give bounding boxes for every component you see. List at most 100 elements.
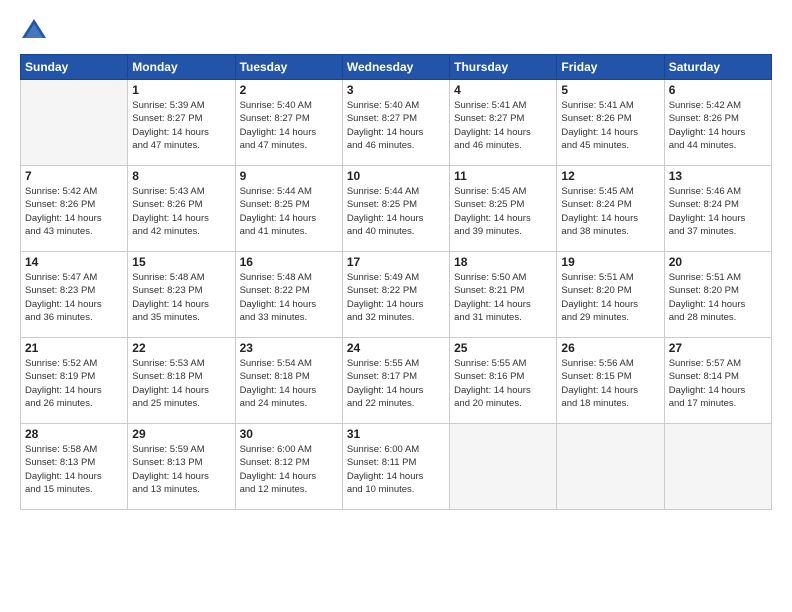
day-cell: 5Sunrise: 5:41 AM Sunset: 8:26 PM Daylig… — [557, 80, 664, 166]
day-number: 11 — [454, 169, 552, 183]
day-number: 16 — [240, 255, 338, 269]
day-cell: 20 Sunrise: 5:51 AM Sunset: 8:20 PM Dayli… — [664, 252, 771, 338]
day-cell — [664, 424, 771, 510]
week-row-4: 21 Sunrise: 5:52 AM Sunset: 8:19 PM Dayli… — [21, 338, 772, 424]
day-info: Sunrise: 5:45 AM Sunset: 8:24 PM Dayligh… — [561, 185, 659, 238]
day-info: Sunrise: 5:54 AM Sunset: 8:18 PM Dayligh… — [240, 357, 338, 410]
day-cell: 29 Sunrise: 5:59 AM Sunset: 8:13 PM Dayli… — [128, 424, 235, 510]
day-cell — [557, 424, 664, 510]
week-row-5: 28 Sunrise: 5:58 AM Sunset: 8:13 PM Dayli… — [21, 424, 772, 510]
day-info: Sunrise: 5:41 AM Sunset: 8:27 PM Dayligh… — [454, 99, 552, 152]
day-cell: 24 Sunrise: 5:55 AM Sunset: 8:17 PM Dayli… — [342, 338, 449, 424]
day-cell: 18Sunrise: 5:50 AM Sunset: 8:21 PM Dayli… — [450, 252, 557, 338]
day-cell: 10 Sunrise: 5:44 AM Sunset: 8:25 PM Dayli… — [342, 166, 449, 252]
day-info: Sunrise: 5:49 AM Sunset: 8:22 PM Dayligh… — [347, 271, 445, 324]
day-cell: 23 Sunrise: 5:54 AM Sunset: 8:18 PM Dayli… — [235, 338, 342, 424]
day-info: Sunrise: 5:40 AM Sunset: 8:27 PM Dayligh… — [240, 99, 338, 152]
day-info: Sunrise: 5:57 AM Sunset: 8:14 PM Dayligh… — [669, 357, 767, 410]
day-cell: 31 Sunrise: 6:00 AM Sunset: 8:11 PM Dayli… — [342, 424, 449, 510]
day-number: 22 — [132, 341, 230, 355]
day-info: Sunrise: 5:55 AM Sunset: 8:16 PM Dayligh… — [454, 357, 552, 410]
day-cell: 22 Sunrise: 5:53 AM Sunset: 8:18 PM Dayli… — [128, 338, 235, 424]
day-cell: 2Sunrise: 5:40 AM Sunset: 8:27 PM Daylig… — [235, 80, 342, 166]
day-info: Sunrise: 5:43 AM Sunset: 8:26 PM Dayligh… — [132, 185, 230, 238]
day-number: 8 — [132, 169, 230, 183]
day-number: 17 — [347, 255, 445, 269]
day-cell: 26Sunrise: 5:56 AM Sunset: 8:15 PM Dayli… — [557, 338, 664, 424]
day-number: 10 — [347, 169, 445, 183]
day-number: 1 — [132, 83, 230, 97]
day-cell: 25 Sunrise: 5:55 AM Sunset: 8:16 PM Dayli… — [450, 338, 557, 424]
day-cell: 14 Sunrise: 5:47 AM Sunset: 8:23 PM Dayli… — [21, 252, 128, 338]
day-header-monday: Monday — [128, 55, 235, 80]
day-info: Sunrise: 5:45 AM Sunset: 8:25 PM Dayligh… — [454, 185, 552, 238]
day-number: 24 — [347, 341, 445, 355]
day-cell: 12 Sunrise: 5:45 AM Sunset: 8:24 PM Dayli… — [557, 166, 664, 252]
header — [20, 16, 772, 44]
day-cell: 9Sunrise: 5:44 AM Sunset: 8:25 PM Daylig… — [235, 166, 342, 252]
day-info: Sunrise: 5:51 AM Sunset: 8:20 PM Dayligh… — [669, 271, 767, 324]
day-number: 25 — [454, 341, 552, 355]
day-number: 4 — [454, 83, 552, 97]
day-info: Sunrise: 5:40 AM Sunset: 8:27 PM Dayligh… — [347, 99, 445, 152]
day-info: Sunrise: 5:58 AM Sunset: 8:13 PM Dayligh… — [25, 443, 123, 496]
day-info: Sunrise: 5:46 AM Sunset: 8:24 PM Dayligh… — [669, 185, 767, 238]
day-cell: 17 Sunrise: 5:49 AM Sunset: 8:22 PM Dayli… — [342, 252, 449, 338]
day-header-saturday: Saturday — [664, 55, 771, 80]
day-header-sunday: Sunday — [21, 55, 128, 80]
day-info: Sunrise: 5:47 AM Sunset: 8:23 PM Dayligh… — [25, 271, 123, 324]
day-number: 20 — [669, 255, 767, 269]
day-cell: 13 Sunrise: 5:46 AM Sunset: 8:24 PM Dayli… — [664, 166, 771, 252]
week-row-1: 1 Sunrise: 5:39 AM Sunset: 8:27 PM Daylig… — [21, 80, 772, 166]
day-cell: 4 Sunrise: 5:41 AM Sunset: 8:27 PM Daylig… — [450, 80, 557, 166]
day-cell: 6Sunrise: 5:42 AM Sunset: 8:26 PM Daylig… — [664, 80, 771, 166]
day-number: 14 — [25, 255, 123, 269]
day-header-wednesday: Wednesday — [342, 55, 449, 80]
day-number: 27 — [669, 341, 767, 355]
day-cell: 30Sunrise: 6:00 AM Sunset: 8:12 PM Dayli… — [235, 424, 342, 510]
day-info: Sunrise: 5:42 AM Sunset: 8:26 PM Dayligh… — [25, 185, 123, 238]
day-info: Sunrise: 5:53 AM Sunset: 8:18 PM Dayligh… — [132, 357, 230, 410]
day-info: Sunrise: 5:44 AM Sunset: 8:25 PM Dayligh… — [240, 185, 338, 238]
day-cell: 19Sunrise: 5:51 AM Sunset: 8:20 PM Dayli… — [557, 252, 664, 338]
day-header-tuesday: Tuesday — [235, 55, 342, 80]
day-info: Sunrise: 5:55 AM Sunset: 8:17 PM Dayligh… — [347, 357, 445, 410]
day-info: Sunrise: 5:59 AM Sunset: 8:13 PM Dayligh… — [132, 443, 230, 496]
day-cell: 11 Sunrise: 5:45 AM Sunset: 8:25 PM Dayli… — [450, 166, 557, 252]
day-header-friday: Friday — [557, 55, 664, 80]
day-info: Sunrise: 5:39 AM Sunset: 8:27 PM Dayligh… — [132, 99, 230, 152]
day-cell: 21 Sunrise: 5:52 AM Sunset: 8:19 PM Dayli… — [21, 338, 128, 424]
day-number: 5 — [561, 83, 659, 97]
logo — [20, 16, 52, 44]
day-cell — [21, 80, 128, 166]
day-number: 12 — [561, 169, 659, 183]
day-info: Sunrise: 5:44 AM Sunset: 8:25 PM Dayligh… — [347, 185, 445, 238]
day-number: 28 — [25, 427, 123, 441]
day-info: Sunrise: 5:48 AM Sunset: 8:23 PM Dayligh… — [132, 271, 230, 324]
day-cell: 3 Sunrise: 5:40 AM Sunset: 8:27 PM Daylig… — [342, 80, 449, 166]
calendar-table: SundayMondayTuesdayWednesdayThursdayFrid… — [20, 54, 772, 510]
day-number: 3 — [347, 83, 445, 97]
day-number: 6 — [669, 83, 767, 97]
day-info: Sunrise: 5:56 AM Sunset: 8:15 PM Dayligh… — [561, 357, 659, 410]
day-cell: 15 Sunrise: 5:48 AM Sunset: 8:23 PM Dayli… — [128, 252, 235, 338]
day-cell: 7 Sunrise: 5:42 AM Sunset: 8:26 PM Daylig… — [21, 166, 128, 252]
day-cell: 27 Sunrise: 5:57 AM Sunset: 8:14 PM Dayli… — [664, 338, 771, 424]
day-number: 31 — [347, 427, 445, 441]
day-info: Sunrise: 6:00 AM Sunset: 8:12 PM Dayligh… — [240, 443, 338, 496]
calendar-page: SundayMondayTuesdayWednesdayThursdayFrid… — [0, 0, 792, 612]
day-info: Sunrise: 6:00 AM Sunset: 8:11 PM Dayligh… — [347, 443, 445, 496]
day-number: 7 — [25, 169, 123, 183]
day-info: Sunrise: 5:52 AM Sunset: 8:19 PM Dayligh… — [25, 357, 123, 410]
calendar-header-row: SundayMondayTuesdayWednesdayThursdayFrid… — [21, 55, 772, 80]
day-number: 29 — [132, 427, 230, 441]
day-cell: 28 Sunrise: 5:58 AM Sunset: 8:13 PM Dayli… — [21, 424, 128, 510]
day-number: 15 — [132, 255, 230, 269]
day-header-thursday: Thursday — [450, 55, 557, 80]
day-info: Sunrise: 5:48 AM Sunset: 8:22 PM Dayligh… — [240, 271, 338, 324]
day-number: 13 — [669, 169, 767, 183]
week-row-3: 14 Sunrise: 5:47 AM Sunset: 8:23 PM Dayli… — [21, 252, 772, 338]
day-number: 23 — [240, 341, 338, 355]
day-number: 21 — [25, 341, 123, 355]
day-info: Sunrise: 5:50 AM Sunset: 8:21 PM Dayligh… — [454, 271, 552, 324]
